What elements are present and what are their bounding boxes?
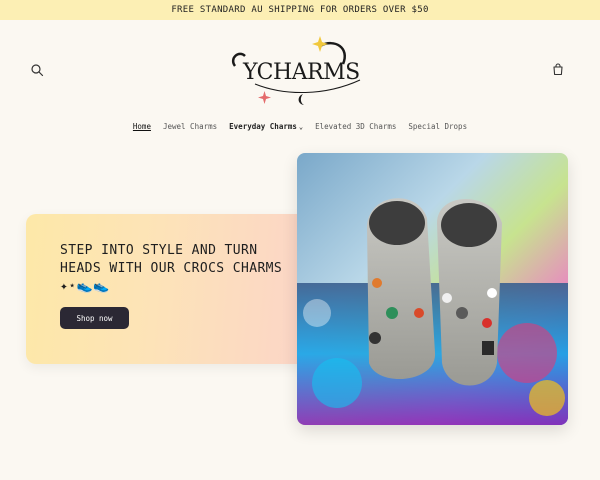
- shop-now-button[interactable]: Shop now: [60, 307, 129, 329]
- cart-button[interactable]: [550, 62, 566, 78]
- hero-heading: STEP INTO STYLE AND TURN HEADS WITH OUR …: [60, 243, 283, 294]
- nav-item-home[interactable]: Home: [133, 122, 151, 136]
- nav-item-everyday-charms[interactable]: Everyday Charms ⌄: [229, 122, 303, 136]
- site-header: YCHARMS: [0, 20, 600, 120]
- nav-item-jewel-charms[interactable]: Jewel Charms: [163, 122, 217, 136]
- announcement-text: FREE STANDARD AU SHIPPING FOR ORDERS OVE…: [171, 5, 429, 15]
- chevron-down-icon: ⌄: [298, 123, 304, 131]
- hero-text-card: STEP INTO STYLE AND TURN HEADS WITH OUR …: [26, 214, 316, 364]
- cart-icon: [553, 63, 563, 76]
- search-button[interactable]: [29, 62, 45, 78]
- nav-item-elevated-3d-charms[interactable]: Elevated 3D Charms: [315, 122, 396, 136]
- logo[interactable]: YCHARMS: [225, 36, 375, 106]
- crocs-photo: [297, 153, 568, 425]
- announcement-bar: FREE STANDARD AU SHIPPING FOR ORDERS OVE…: [0, 0, 600, 20]
- search-icon: [31, 64, 44, 77]
- logo-text: YCHARMS: [243, 60, 360, 85]
- nav-item-special-drops[interactable]: Special Drops: [408, 122, 467, 136]
- hero-image: [297, 153, 568, 425]
- nav-item-everyday-charms-label: Everyday Charms: [229, 122, 297, 131]
- main-nav: Home Jewel Charms Everyday Charms ⌄ Eleva…: [0, 122, 600, 136]
